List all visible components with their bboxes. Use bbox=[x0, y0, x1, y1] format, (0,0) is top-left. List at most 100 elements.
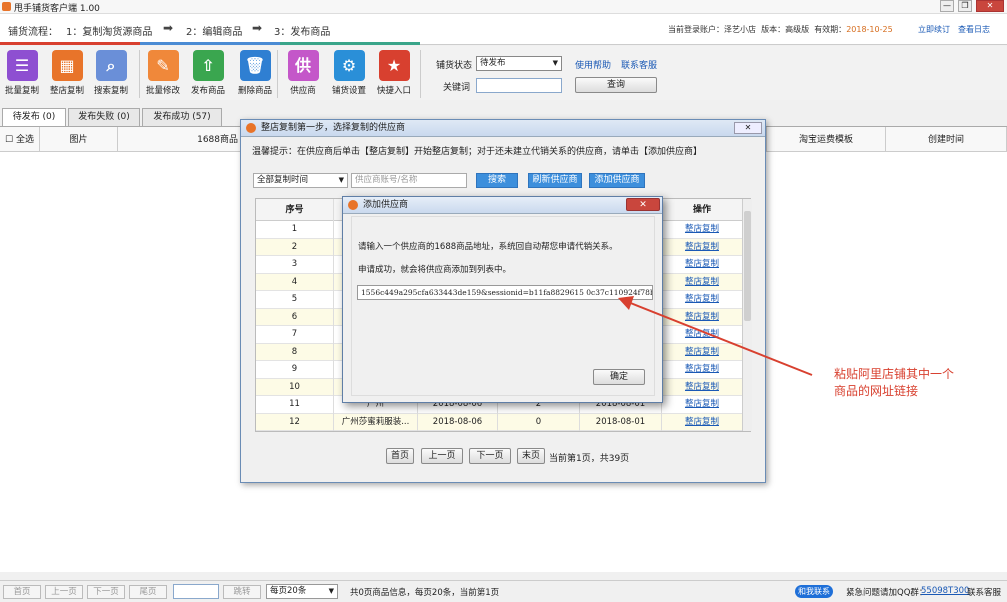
copy-shop-link[interactable]: 整店复制 bbox=[662, 256, 742, 274]
tab-pending[interactable]: 待发布 (0) bbox=[2, 108, 66, 127]
cell-no: 12 bbox=[256, 413, 334, 431]
contact-badge[interactable]: 和我联系 bbox=[795, 585, 833, 598]
cell-no: 9 bbox=[256, 361, 334, 379]
instruction-line-1: 请输入一个供应商的1688商品地址，系统回自动帮您申请代销关系。 bbox=[358, 242, 618, 252]
close-window-button[interactable]: ✕ bbox=[976, 0, 1004, 12]
trash-icon: 🗑 bbox=[239, 50, 271, 81]
jump-button[interactable]: 跳转 bbox=[223, 585, 261, 599]
add-supplier-button[interactable]: 添加供应商 bbox=[589, 173, 645, 188]
toolbar-separator bbox=[277, 50, 278, 98]
tool-upload-button[interactable]: ⇧ 发布商品 bbox=[186, 50, 230, 100]
first-page-button[interactable]: 首页 bbox=[3, 585, 41, 599]
flow-bar: 铺货流程： 1：复制淘货源商品 ➡ 2：编辑商品 ➡ 3：发布商品 当前登录账户… bbox=[0, 14, 1007, 45]
per-page-select[interactable]: 每页20条 ▼ bbox=[266, 584, 338, 599]
tool-list-button[interactable]: ☰ 批量复制 bbox=[0, 50, 44, 100]
flow-step-2[interactable]: 2：编辑商品 bbox=[186, 23, 242, 38]
keyword-label: 关键词 bbox=[443, 83, 471, 93]
help-link[interactable]: 使用帮助 bbox=[575, 58, 611, 71]
search-button[interactable]: 搜索 bbox=[476, 173, 518, 188]
dialog-close-button[interactable]: ✕ bbox=[734, 122, 762, 134]
cell-no: 2 bbox=[256, 238, 334, 256]
tool-label: 批量修改 bbox=[145, 86, 180, 96]
cell-no: 8 bbox=[256, 343, 334, 361]
pencil-icon: ✎ bbox=[147, 50, 179, 81]
time-filter-select[interactable]: 全部复制时间 ▼ bbox=[253, 173, 348, 188]
tool-label: 快捷入口 bbox=[376, 86, 411, 96]
tool-shop-button[interactable]: ▦ 整店复制 bbox=[45, 50, 89, 100]
restore-button[interactable]: ❐ bbox=[958, 0, 972, 12]
title-bar: 甩手铺货客户端 1.00 — ❐ ✕ bbox=[0, 0, 1007, 14]
tool-supplier-button[interactable]: 供供应商 bbox=[281, 50, 325, 100]
status-label: 铺货状态 bbox=[436, 61, 473, 71]
select-all-checkbox[interactable]: ☐ 全选 bbox=[0, 127, 40, 153]
supplier-icon: 供 bbox=[287, 50, 319, 81]
dialog-prev-button[interactable]: 上一页 bbox=[421, 448, 463, 464]
tool-pencil-button[interactable]: ✎ 批量修改 bbox=[141, 50, 185, 100]
dialog-first-button[interactable]: 首页 bbox=[386, 448, 414, 464]
copy-shop-link[interactable]: 整店复制 bbox=[662, 221, 742, 239]
status-select[interactable]: 待发布 ▼ bbox=[476, 56, 562, 71]
flow-step-3[interactable]: 3：发布商品 bbox=[274, 23, 330, 38]
copy-shop-link[interactable]: 整店复制 bbox=[662, 396, 742, 414]
renew-link[interactable]: 立即续订 bbox=[918, 24, 950, 35]
tab-success[interactable]: 发布成功 (57) bbox=[142, 108, 222, 126]
tool-label: 整店复制 bbox=[49, 86, 84, 96]
bottom-service-link[interactable]: 联系客服 bbox=[967, 586, 1001, 598]
dialog-close-button[interactable]: ✕ bbox=[626, 198, 660, 211]
page-number-input[interactable] bbox=[173, 584, 219, 599]
caret-down-icon: ▼ bbox=[552, 59, 558, 67]
cell-no: 3 bbox=[256, 256, 334, 274]
table-row[interactable]: 12 广州莎蜜莉服装... 2018-08-06 0 2018-08-01 整店复制 bbox=[256, 413, 742, 432]
tool-search-doc-button[interactable]: ⌕ 搜索复制 bbox=[89, 50, 133, 100]
supplier-search-input[interactable]: 供应商账号/名称 bbox=[351, 173, 467, 188]
annotation-arrow bbox=[618, 296, 813, 376]
tip-text: 温馨提示：在供应商后单击【整店复制】开始整店复制；对于还未建立代销关系的供应商，… bbox=[252, 147, 703, 157]
cell-no: 6 bbox=[256, 308, 334, 326]
tool-trash-button[interactable]: 🗑 删除商品 bbox=[233, 50, 277, 100]
cell-no: 11 bbox=[256, 396, 334, 414]
page-info: 共0页商品信息，每页20条，当前第1页 bbox=[350, 588, 500, 598]
col-created: 创建时间 bbox=[886, 127, 1007, 153]
tab-failed[interactable]: 发布失败 (0) bbox=[68, 108, 140, 126]
view-log-link[interactable]: 查看日志 bbox=[958, 24, 990, 35]
toolbar-separator bbox=[139, 50, 140, 98]
dialog-next-button[interactable]: 下一页 bbox=[469, 448, 511, 464]
cell-name: 广州莎蜜莉服装... bbox=[334, 413, 418, 431]
keyword-input[interactable] bbox=[476, 78, 562, 93]
bottom-bar: 首页 上一页 下一页 尾页 跳转 每页20条 ▼ 共0页商品信息，每页20条，当前… bbox=[0, 580, 1007, 602]
minimize-button[interactable]: — bbox=[940, 0, 954, 12]
tool-label: 删除商品 bbox=[237, 86, 272, 96]
tool-label: 批量复制 bbox=[4, 86, 39, 96]
refresh-supplier-button[interactable]: 刷新供应商 bbox=[528, 173, 582, 188]
col-1688: 1688商品 bbox=[118, 127, 243, 153]
qq-link[interactable]: 55098T300 bbox=[921, 586, 969, 596]
app-icon bbox=[2, 2, 11, 11]
query-button[interactable]: 查询 bbox=[575, 77, 657, 93]
prev-page-button[interactable]: 上一页 bbox=[45, 585, 83, 599]
tool-star-button[interactable]: ★ 快捷入口 bbox=[372, 50, 416, 100]
cell-no: 4 bbox=[256, 273, 334, 291]
tool-label: 供应商 bbox=[290, 86, 316, 96]
copy-shop-link[interactable]: 整店复制 bbox=[662, 414, 742, 432]
instruction-line-2: 申请成功，就会将供应商添加到列表中。 bbox=[358, 265, 512, 275]
dialog-title: 添加供应商 bbox=[343, 197, 662, 214]
copy-shop-link[interactable]: 整店复制 bbox=[662, 239, 742, 257]
flow-label: 铺货流程： bbox=[8, 27, 58, 38]
dialog-title: 整店复制第一步，选择复制的供应商 bbox=[241, 120, 765, 137]
account-info: 当前登录账户：泽艺小店 版本：高级版 有效期：2018-10-25 bbox=[668, 25, 893, 34]
col-template: 淘宝运费模板 bbox=[766, 127, 886, 153]
cell-no: 5 bbox=[256, 291, 334, 309]
tool-label: 铺货设置 bbox=[331, 86, 366, 96]
last-page-button[interactable]: 尾页 bbox=[129, 585, 167, 599]
next-page-button[interactable]: 下一页 bbox=[87, 585, 125, 599]
flow-step-1[interactable]: 1：复制淘货源商品 bbox=[66, 23, 152, 38]
caret-down-icon: ▼ bbox=[328, 587, 334, 595]
col-image: 图片 bbox=[40, 127, 118, 153]
tool-gear-button[interactable]: ⚙ 铺货设置 bbox=[327, 50, 371, 100]
service-link[interactable]: 联系客服 bbox=[621, 58, 657, 71]
search-doc-icon: ⌕ bbox=[95, 50, 127, 81]
star-icon: ★ bbox=[378, 50, 410, 81]
dialog-last-button[interactable]: 末页 bbox=[517, 448, 545, 464]
cell-date1: 2018-08-06 bbox=[418, 413, 498, 431]
col-no: 序号 bbox=[256, 199, 334, 221]
